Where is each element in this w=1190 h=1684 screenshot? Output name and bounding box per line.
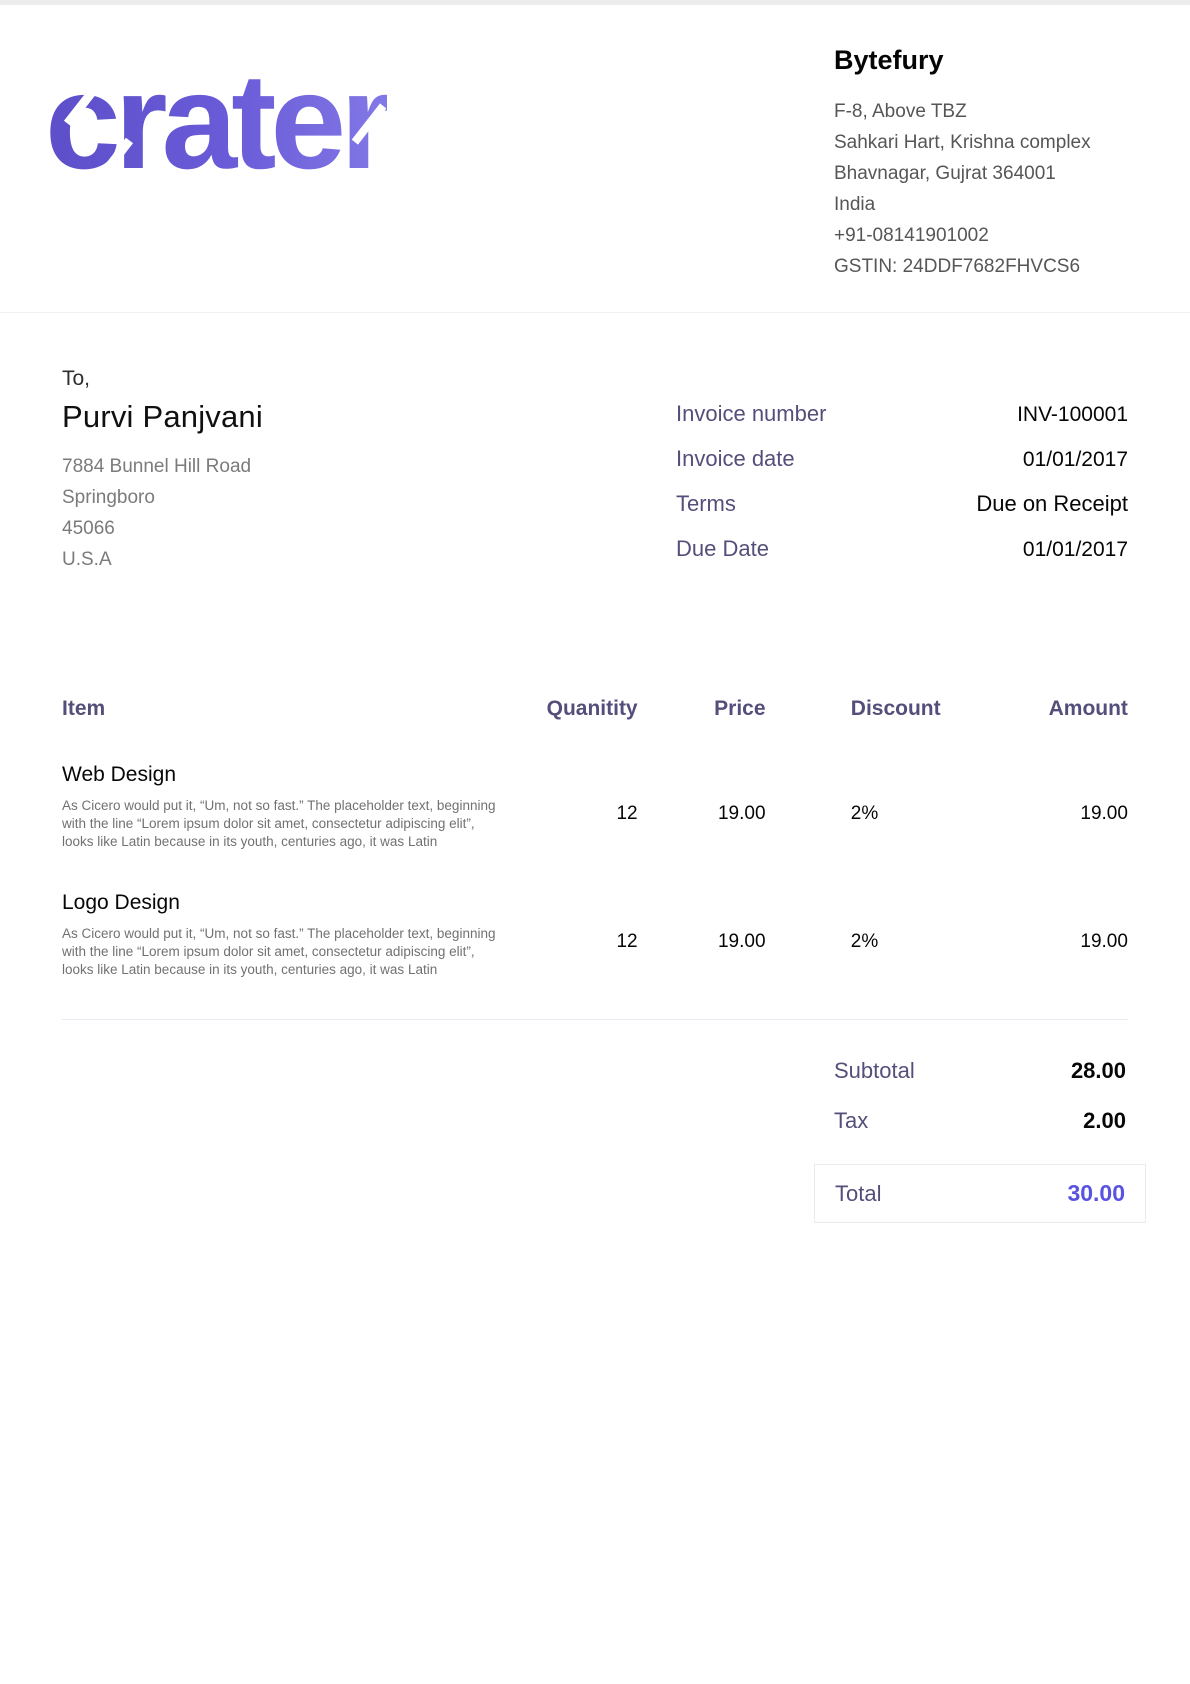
customer-address-line: Springboro — [62, 482, 263, 513]
cell-spacer — [766, 763, 851, 803]
table-row: Logo Design As Cicero would put it, “Um,… — [62, 891, 1128, 979]
subtotal-value: 28.00 — [1071, 1058, 1126, 1084]
crater-logo-text: crater — [45, 53, 387, 189]
item-description: As Cicero would put it, “Um, not so fast… — [62, 925, 510, 979]
invoice-date-value: 01/01/2017 — [1023, 448, 1128, 472]
bill-to-block: To, Purvi Panjvani 7884 Bunnel Hill Road… — [62, 367, 263, 579]
column-header-discount: Discount — [851, 697, 958, 721]
company-address-line: Sahkari Hart, Krishna complex — [834, 127, 1134, 158]
info-section: To, Purvi Panjvani 7884 Bunnel Hill Road… — [0, 313, 1190, 579]
discount-cell: 2% — [851, 763, 958, 825]
company-name: Bytefury — [834, 45, 1134, 76]
invoice-number-value: INV-100001 — [1017, 403, 1128, 427]
due-date-value: 01/01/2017 — [1023, 538, 1128, 562]
amount-cell: 19.00 — [957, 891, 1128, 953]
total-label: Total — [835, 1181, 881, 1207]
items-table-header: Item Quanitity Price Discount Amount — [62, 697, 1128, 721]
company-phone: +91-08141901002 — [834, 220, 1134, 251]
totals-section: Subtotal 28.00 Tax 2.00 Total 30.00 — [0, 1058, 1190, 1223]
subtotal-label: Subtotal — [834, 1058, 915, 1084]
due-date-row: Due Date 01/01/2017 — [676, 534, 1128, 564]
to-label: To, — [62, 367, 263, 391]
total-box: Total 30.00 — [814, 1164, 1146, 1223]
invoice-date-label: Invoice date — [676, 444, 795, 474]
column-header-price: Price — [638, 697, 766, 721]
company-address-line: F-8, Above TBZ — [834, 96, 1134, 127]
amount-cell: 19.00 — [957, 763, 1128, 825]
item-description: As Cicero would put it, “Um, not so fast… — [62, 797, 510, 851]
company-address-line: Bhavnagar, Gujrat 364001 — [834, 158, 1134, 189]
column-header-amount: Amount — [957, 697, 1128, 721]
crater-logo: crater — [45, 53, 387, 189]
tax-label: Tax — [834, 1108, 868, 1134]
invoice-date-row: Invoice date 01/01/2017 — [676, 444, 1128, 474]
tax-row: Tax 2.00 — [814, 1108, 1146, 1134]
column-header-quantity: Quanitity — [510, 697, 638, 721]
invoice-header: crater Bytefury F-8, Above TBZ Sahkari H… — [0, 5, 1190, 313]
customer-address-line: U.S.A — [62, 544, 263, 575]
invoice-meta: Invoice number INV-100001 Invoice date 0… — [676, 399, 1128, 579]
column-header-item: Item — [62, 697, 510, 721]
table-row: Web Design As Cicero would put it, “Um, … — [62, 763, 1128, 851]
company-gstin: GSTIN: 24DDF7682FHVCS6 — [834, 251, 1134, 282]
table-bottom-divider — [62, 1019, 1128, 1020]
customer-address-line: 45066 — [62, 513, 263, 544]
company-address: F-8, Above TBZ Sahkari Hart, Krishna com… — [834, 96, 1134, 282]
tax-value: 2.00 — [1083, 1108, 1126, 1134]
total-value: 30.00 — [1067, 1180, 1125, 1207]
due-date-label: Due Date — [676, 534, 769, 564]
customer-address-line: 7884 Bunnel Hill Road — [62, 451, 263, 482]
terms-row: Terms Due on Receipt — [676, 489, 1128, 519]
terms-value: Due on Receipt — [976, 491, 1128, 517]
quantity-cell: 12 — [510, 891, 638, 953]
item-cell: Logo Design As Cicero would put it, “Um,… — [62, 891, 510, 979]
terms-label: Terms — [676, 489, 736, 519]
company-info: Bytefury F-8, Above TBZ Sahkari Hart, Kr… — [834, 39, 1134, 282]
invoice-number-label: Invoice number — [676, 399, 826, 429]
price-cell: 19.00 — [638, 763, 766, 825]
cell-spacer — [766, 891, 851, 931]
company-address-line: India — [834, 189, 1134, 220]
item-name: Logo Design — [62, 891, 510, 915]
price-cell: 19.00 — [638, 891, 766, 953]
item-cell: Web Design As Cicero would put it, “Um, … — [62, 763, 510, 851]
customer-name: Purvi Panjvani — [62, 399, 263, 435]
items-table: Item Quanitity Price Discount Amount Web… — [0, 697, 1190, 979]
item-name: Web Design — [62, 763, 510, 787]
discount-cell: 2% — [851, 891, 958, 953]
quantity-cell: 12 — [510, 763, 638, 825]
customer-address: 7884 Bunnel Hill Road Springboro 45066 U… — [62, 451, 263, 575]
subtotal-row: Subtotal 28.00 — [814, 1058, 1146, 1084]
invoice-number-row: Invoice number INV-100001 — [676, 399, 1128, 429]
